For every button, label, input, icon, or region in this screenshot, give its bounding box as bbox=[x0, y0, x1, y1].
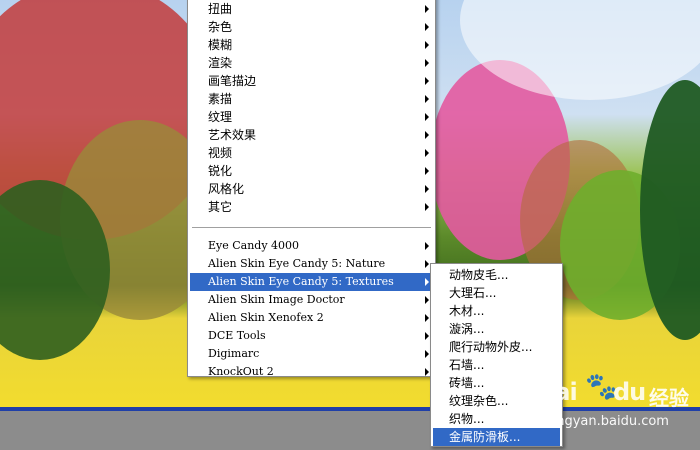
menu-item-4[interactable]: 渲染 bbox=[190, 54, 433, 72]
menu-item-label: 石墙... bbox=[449, 358, 485, 372]
submenu-arrow-icon bbox=[425, 203, 429, 211]
watermark-logo-tail: du bbox=[613, 378, 646, 406]
menu-item-label: 画笔描边 bbox=[208, 74, 257, 88]
texture-item-1[interactable]: 动物皮毛... bbox=[433, 266, 560, 284]
submenu-arrow-icon bbox=[425, 260, 429, 268]
menu-item-label: 渲染 bbox=[208, 56, 233, 70]
menu-item-label: 爬行动物外皮... bbox=[449, 340, 533, 354]
plugin-menu-item-6[interactable]: DCE Tools bbox=[190, 327, 433, 345]
plugin-menu-item-7[interactable]: Digimarc bbox=[190, 345, 433, 363]
submenu-arrow-icon bbox=[425, 368, 429, 376]
menu-item-3[interactable]: 模糊 bbox=[190, 36, 433, 54]
menu-item-label: 视频 bbox=[208, 146, 233, 160]
menu-item-label: DCE Tools bbox=[208, 329, 266, 342]
plugin-menu-item-1[interactable]: Eye Candy 4000 bbox=[190, 237, 433, 255]
submenu-arrow-icon bbox=[425, 23, 429, 31]
menu-item-label: 动物皮毛... bbox=[449, 268, 509, 282]
menu-item-8[interactable]: 艺术效果 bbox=[190, 126, 433, 144]
texture-item-3[interactable]: 木材... bbox=[433, 302, 560, 320]
menu-item-label: Alien Skin Eye Candy 5: Nature bbox=[208, 257, 386, 270]
submenu-arrow-icon bbox=[425, 149, 429, 157]
submenu-arrow-icon bbox=[425, 5, 429, 13]
baidu-jingyan-watermark: Bai 🐾 du 经验 jingyan.baidu.com bbox=[537, 372, 697, 434]
texture-item-4[interactable]: 漩涡... bbox=[433, 320, 560, 338]
submenu-arrow-icon bbox=[425, 350, 429, 358]
texture-item-2[interactable]: 大理石... bbox=[433, 284, 560, 302]
menu-item-5[interactable]: 画笔描边 bbox=[190, 72, 433, 90]
menu-item-label: 锐化 bbox=[208, 164, 233, 178]
menu-item-label: 素描 bbox=[208, 92, 233, 106]
submenu-arrow-icon bbox=[425, 59, 429, 67]
submenu-arrow-icon bbox=[425, 41, 429, 49]
menu-item-label: 艺术效果 bbox=[208, 128, 257, 142]
menu-separator bbox=[192, 227, 431, 229]
menu-item-label: 其它 bbox=[208, 200, 233, 214]
menu-item-label: 织物... bbox=[449, 412, 485, 426]
menu-item-label: Alien Skin Image Doctor bbox=[208, 293, 345, 306]
menu-item-label: Alien Skin Eye Candy 5: Textures bbox=[208, 275, 394, 288]
menu-item-6[interactable]: 素描 bbox=[190, 90, 433, 108]
plugin-menu-item-3[interactable]: Alien Skin Eye Candy 5: Textures bbox=[190, 273, 433, 291]
menu-item-7[interactable]: 纹理 bbox=[190, 108, 433, 126]
menu-item-label: 砖墙... bbox=[449, 376, 485, 390]
plugin-menu-item-4[interactable]: Alien Skin Image Doctor bbox=[190, 291, 433, 309]
watermark-logo: Bai bbox=[537, 378, 578, 406]
menu-item-label: Alien Skin Xenofex 2 bbox=[208, 311, 324, 324]
menu-item-10[interactable]: 锐化 bbox=[190, 162, 433, 180]
submenu-arrow-icon bbox=[425, 278, 429, 286]
submenu-arrow-icon bbox=[425, 77, 429, 85]
menu-item-label: KnockOut 2 bbox=[208, 365, 274, 378]
texture-item-5[interactable]: 爬行动物外皮... bbox=[433, 338, 560, 356]
menu-item-12[interactable]: 其它 bbox=[190, 198, 433, 216]
submenu-arrow-icon bbox=[425, 113, 429, 121]
plugin-menu-item-5[interactable]: Alien Skin Xenofex 2 bbox=[190, 309, 433, 327]
submenu-arrow-icon bbox=[425, 185, 429, 193]
submenu-arrow-icon bbox=[425, 296, 429, 304]
menu-item-label: 扭曲 bbox=[208, 2, 233, 16]
menu-item-label: 杂色 bbox=[208, 20, 233, 34]
plugin-menu-item-8[interactable]: KnockOut 2 bbox=[190, 363, 433, 381]
menu-item-2[interactable]: 杂色 bbox=[190, 18, 433, 36]
menu-item-label: Digimarc bbox=[208, 347, 260, 360]
watermark-text: 经验 bbox=[649, 386, 689, 410]
submenu-arrow-icon bbox=[425, 95, 429, 103]
menu-item-9[interactable]: 视频 bbox=[190, 144, 433, 162]
menu-item-label: 纹理 bbox=[208, 110, 233, 124]
menu-item-label: 漩涡... bbox=[449, 322, 485, 336]
menu-item-11[interactable]: 风格化 bbox=[190, 180, 433, 198]
menu-item-label: Eye Candy 4000 bbox=[208, 239, 300, 252]
menu-item-1[interactable]: 扭曲 bbox=[190, 0, 433, 18]
filter-menu: 扭曲杂色模糊渲染画笔描边素描纹理艺术效果视频锐化风格化其它 Eye Candy 4… bbox=[187, 0, 436, 378]
menu-item-label: 大理石... bbox=[449, 286, 497, 300]
menu-item-label: 金属防滑板... bbox=[449, 430, 521, 444]
submenu-arrow-icon bbox=[425, 332, 429, 340]
menu-item-label: 木材... bbox=[449, 304, 485, 318]
plugin-menu-item-2[interactable]: Alien Skin Eye Candy 5: Nature bbox=[190, 255, 433, 273]
submenu-arrow-icon bbox=[425, 167, 429, 175]
menu-item-label: 模糊 bbox=[208, 38, 233, 52]
menu-item-label: 风格化 bbox=[208, 182, 245, 196]
menu-item-label: 纹理杂色... bbox=[449, 394, 509, 408]
submenu-arrow-icon bbox=[425, 131, 429, 139]
submenu-arrow-icon bbox=[425, 314, 429, 322]
submenu-arrow-icon bbox=[425, 242, 429, 250]
watermark-url: jingyan.baidu.com bbox=[549, 414, 669, 429]
